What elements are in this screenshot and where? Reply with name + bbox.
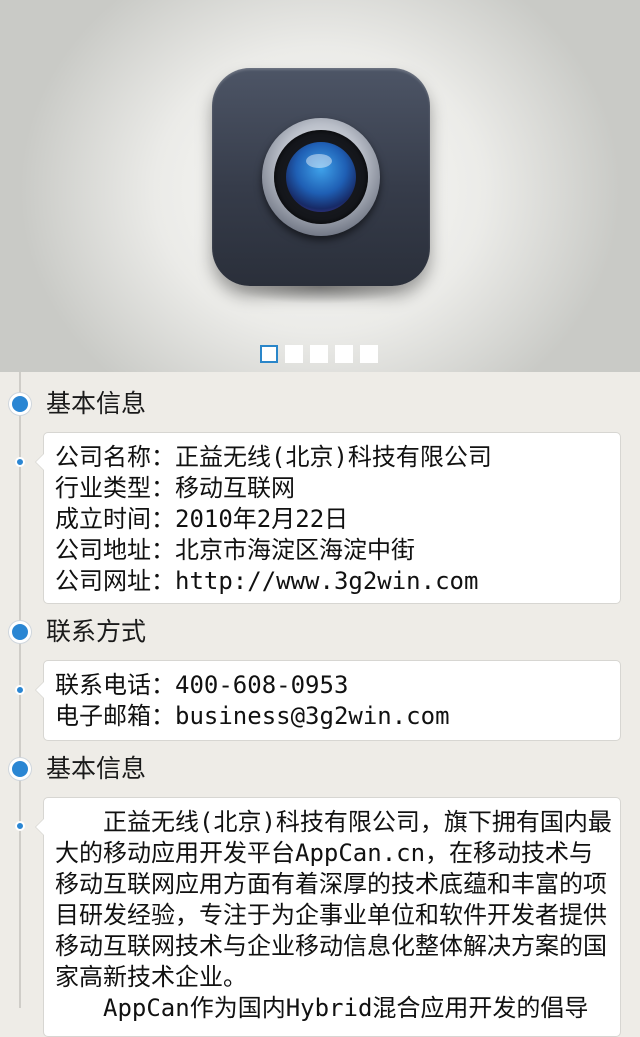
carousel-dot-3[interactable] xyxy=(310,345,328,363)
section-marker-icon xyxy=(9,758,31,780)
camera-lens-icon xyxy=(262,118,380,236)
info-card: 公司名称：正益无线(北京)科技有限公司 行业类型：移动互联网 成立时间：2010… xyxy=(35,432,621,604)
info-timeline: 基本信息 公司名称：正益无线(北京)科技有限公司 行业类型：移动互联网 成立时间… xyxy=(0,372,640,1037)
founded-date: 成立时间：2010年2月22日 xyxy=(55,505,349,533)
timeline-point-icon xyxy=(15,821,25,831)
intro-card: 正益无线(北京)科技有限公司，旗下拥有国内最大的移动应用开发平台AppCan.c… xyxy=(35,797,621,1037)
carousel-pagination xyxy=(260,345,378,363)
company-name: 公司名称：正益无线(北京)科技有限公司 xyxy=(55,443,492,471)
carousel-dot-1[interactable] xyxy=(260,345,278,363)
carousel-dot-5[interactable] xyxy=(360,345,378,363)
industry-type: 行业类型：移动互联网 xyxy=(55,474,295,502)
banner-carousel[interactable] xyxy=(0,0,640,372)
section-title: 基本信息 xyxy=(46,754,147,783)
carousel-dot-4[interactable] xyxy=(335,345,353,363)
contact-email-link[interactable]: 电子邮箱：business@3g2win.com xyxy=(55,701,610,732)
camera-app-icon xyxy=(212,68,430,286)
company-address: 公司地址：北京市海淀区海淀中街 xyxy=(55,536,415,564)
company-website-link[interactable]: 公司网址：http://www.3g2win.com xyxy=(55,566,610,597)
section-marker-icon xyxy=(9,393,31,415)
section-title: 基本信息 xyxy=(46,389,147,418)
section-marker-icon xyxy=(9,621,31,643)
contact-phone-link[interactable]: 联系电话：400-608-0953 xyxy=(55,670,610,701)
intro-paragraph: 正益无线(北京)科技有限公司，旗下拥有国内最大的移动应用开发平台AppCan.c… xyxy=(55,808,612,991)
intro-paragraph: AppCan作为国内Hybrid混合应用开发的倡导 xyxy=(103,994,589,1022)
section-title: 联系方式 xyxy=(46,617,147,646)
timeline-point-icon xyxy=(15,457,25,467)
contact-card: 联系电话：400-608-0953 电子邮箱：business@3g2win.c… xyxy=(35,660,621,741)
carousel-dot-2[interactable] xyxy=(285,345,303,363)
timeline-point-icon xyxy=(15,685,25,695)
